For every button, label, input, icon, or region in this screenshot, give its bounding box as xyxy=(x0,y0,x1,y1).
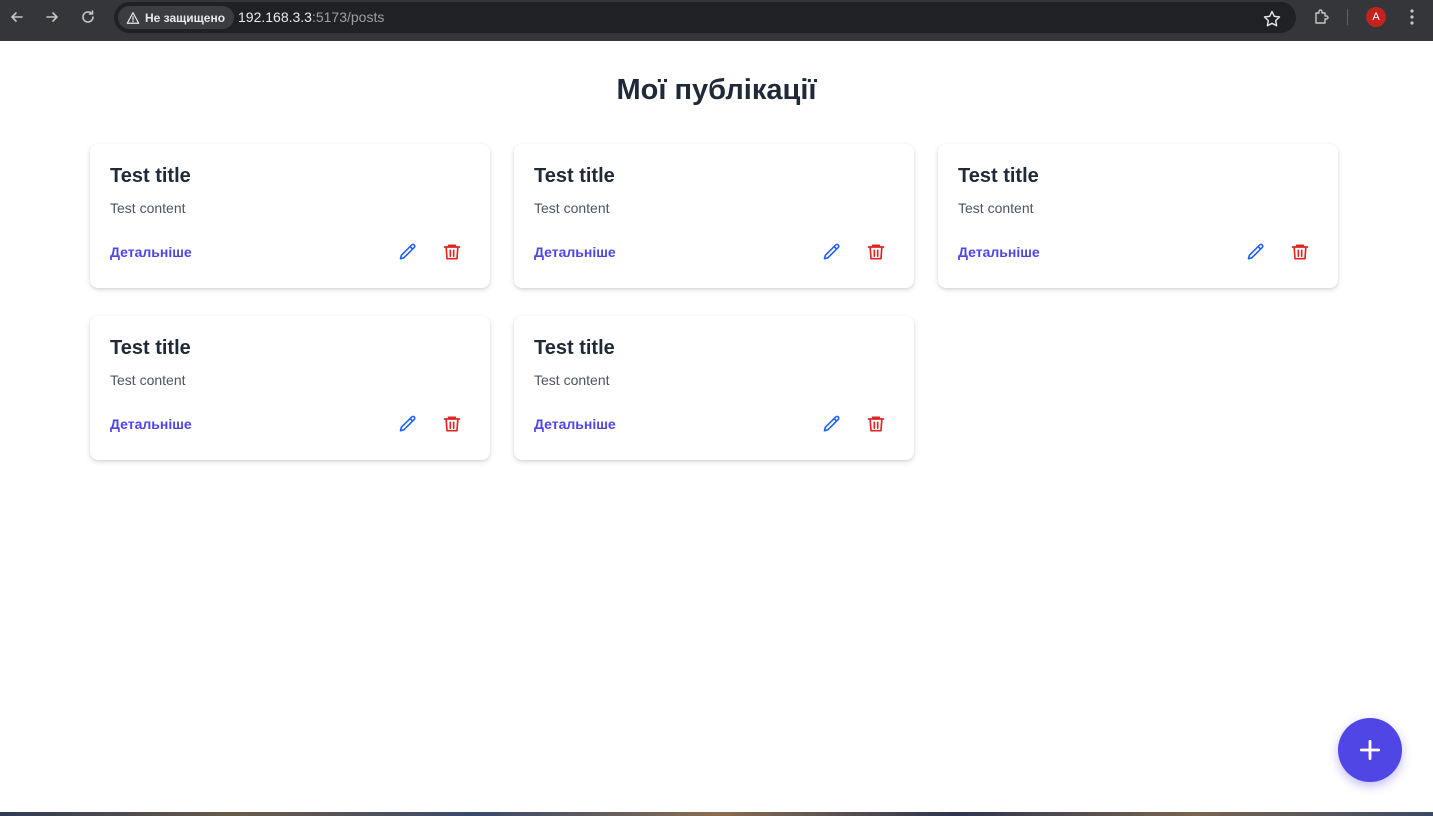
kebab-menu-icon xyxy=(1410,9,1414,25)
post-card: Test title Test content Детальніше xyxy=(938,144,1338,288)
delete-button[interactable] xyxy=(1288,240,1312,264)
bookmark-button[interactable] xyxy=(1262,9,1282,29)
edit-button[interactable] xyxy=(1244,240,1268,264)
pencil-icon xyxy=(399,415,416,432)
post-card: Test title Test content Детальніше xyxy=(90,316,490,460)
url-text[interactable]: 192.168.3.3:5173/posts xyxy=(238,9,384,25)
back-button[interactable] xyxy=(3,6,31,28)
security-label: Не защищено xyxy=(145,10,226,25)
post-card: Test title Test content Детальніше xyxy=(514,144,914,288)
browser-toolbar: Не защищено 192.168.3.3:5173/posts A xyxy=(0,0,1433,41)
post-content: Test content xyxy=(110,372,186,388)
edit-button[interactable] xyxy=(396,240,420,264)
url-path: :5173/posts xyxy=(311,9,385,25)
details-link[interactable]: Детальніше xyxy=(110,416,192,432)
delete-button[interactable] xyxy=(440,240,464,264)
browser-menu-button[interactable] xyxy=(1402,7,1422,27)
warning-triangle-icon xyxy=(126,11,140,24)
edit-button[interactable] xyxy=(820,412,844,436)
details-link[interactable]: Детальніше xyxy=(110,244,192,260)
details-link[interactable]: Детальніше xyxy=(958,244,1040,260)
security-chip[interactable]: Не защищено xyxy=(118,6,235,29)
post-title: Test title xyxy=(534,337,615,359)
trash-icon xyxy=(443,416,461,432)
arrow-left-icon xyxy=(11,12,23,22)
pencil-icon xyxy=(399,243,416,260)
reload-button[interactable] xyxy=(74,6,102,28)
delete-button[interactable] xyxy=(864,240,888,264)
posts-grid: Test title Test content Детальніше Test … xyxy=(90,144,1338,460)
post-content: Test content xyxy=(110,200,186,216)
post-content: Test content xyxy=(534,200,610,216)
trash-icon xyxy=(1291,244,1309,260)
post-title: Test title xyxy=(958,165,1039,187)
arrow-right-icon xyxy=(46,12,58,22)
details-link[interactable]: Детальніше xyxy=(534,244,616,260)
taskbar-edge xyxy=(0,812,1433,816)
url-host: 192.168.3.3 xyxy=(238,9,312,25)
edit-button[interactable] xyxy=(820,240,844,264)
forward-button[interactable] xyxy=(38,6,66,28)
puzzle-icon xyxy=(1315,9,1329,24)
trash-icon xyxy=(867,416,885,432)
post-title: Test title xyxy=(534,165,615,187)
delete-button[interactable] xyxy=(440,412,464,436)
post-title: Test title xyxy=(110,337,191,359)
post-card: Test title Test content Детальніше xyxy=(514,316,914,460)
profile-avatar[interactable]: A xyxy=(1366,7,1386,27)
pencil-icon xyxy=(823,415,840,432)
pencil-icon xyxy=(823,243,840,260)
post-content: Test content xyxy=(534,372,610,388)
trash-icon xyxy=(867,244,885,260)
add-post-button[interactable] xyxy=(1338,718,1402,782)
extensions-button[interactable] xyxy=(1312,7,1332,27)
plus-icon xyxy=(1359,739,1381,761)
post-content: Test content xyxy=(958,200,1034,216)
post-title: Test title xyxy=(110,165,191,187)
post-card: Test title Test content Детальніше xyxy=(90,144,490,288)
page-title: Мої публікації xyxy=(616,74,817,106)
pencil-icon xyxy=(1247,243,1264,260)
reload-icon xyxy=(82,10,94,23)
delete-button[interactable] xyxy=(864,412,888,436)
address-bar[interactable]: Не защищено 192.168.3.3:5173/posts xyxy=(114,2,1296,33)
star-icon xyxy=(1263,10,1281,27)
edit-button[interactable] xyxy=(396,412,420,436)
toolbar-divider xyxy=(1347,9,1348,25)
trash-icon xyxy=(443,244,461,260)
details-link[interactable]: Детальніше xyxy=(534,416,616,432)
